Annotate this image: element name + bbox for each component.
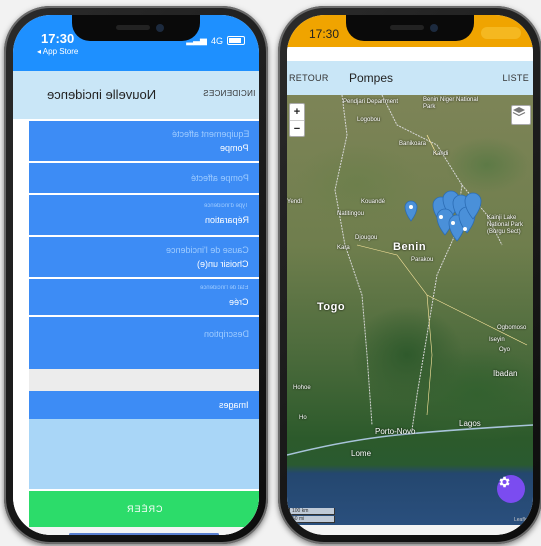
map-header: RETOUR Pompes LISTE bbox=[287, 61, 533, 95]
map-label: Kouandé bbox=[361, 199, 386, 205]
home-indicator bbox=[69, 533, 219, 535]
images-area bbox=[29, 419, 259, 489]
map-label: Benin Niger National Park bbox=[423, 97, 479, 110]
map-label: Lagos bbox=[459, 419, 481, 428]
back-to-app-store[interactable]: ◂ App Store bbox=[37, 47, 78, 56]
scale-mi: 50 mi bbox=[289, 516, 335, 523]
field-label: Description bbox=[203, 329, 249, 339]
field-label: Etat de l'incidence bbox=[200, 285, 249, 291]
road-line bbox=[356, 244, 433, 416]
phone-left: 17:30 ◂ App Store ▂▃▅ 4G Nouvelle incide… bbox=[4, 6, 268, 544]
stage: 17:30 ◂ App Store ▂▃▅ 4G Nouvelle incide… bbox=[0, 0, 541, 546]
map-label: Yendi bbox=[287, 199, 302, 205]
network-label: 4G bbox=[210, 35, 223, 46]
notch bbox=[72, 15, 200, 41]
map-label: Kara bbox=[337, 245, 350, 251]
field-value: Choisir un(e) bbox=[197, 259, 249, 269]
form-header: Nouvelle incidence INCIDENCES bbox=[13, 71, 259, 119]
images-label: Images bbox=[219, 400, 249, 410]
map-label: Porto-Novo bbox=[375, 427, 416, 436]
settings-fab[interactable] bbox=[497, 475, 525, 503]
map-label: Ibadan bbox=[493, 369, 518, 378]
map-label: Parakou bbox=[411, 257, 434, 263]
field-value: Crée bbox=[229, 297, 249, 307]
field-label: Type d'incidence bbox=[204, 203, 249, 209]
field-label: Pompe affecté bbox=[191, 173, 249, 183]
top-spacer bbox=[287, 47, 533, 61]
satellite-map[interactable]: + − Pendjari Department Logobou Benin Ni… bbox=[287, 95, 533, 525]
pump-map-screen: 17:30 RETOUR Pompes LISTE + − Pendjari D… bbox=[287, 15, 533, 535]
bottom-area bbox=[287, 525, 533, 535]
map-scale: 100 km 50 mi bbox=[289, 507, 335, 523]
incidences-back-button[interactable]: INCIDENCES bbox=[203, 89, 255, 98]
page-title: Nouvelle incidence bbox=[47, 87, 157, 102]
gear-icon bbox=[499, 476, 510, 488]
form-body: Nouvelle incidence INCIDENCES Equipement… bbox=[13, 71, 259, 535]
field-etat[interactable]: Etat de l'incidence Crée bbox=[29, 279, 259, 315]
map-label: Djougou bbox=[355, 235, 378, 241]
retour-button[interactable]: RETOUR bbox=[289, 73, 329, 83]
incident-form-screen: 17:30 ◂ App Store ▂▃▅ 4G Nouvelle incide… bbox=[13, 15, 259, 535]
map-label: Banikoara bbox=[399, 141, 427, 147]
pump-markers bbox=[404, 190, 482, 242]
map-attribution[interactable]: Leaflet bbox=[514, 517, 529, 523]
phone-right: 17:30 RETOUR Pompes LISTE + − Pendjari D… bbox=[278, 6, 541, 544]
zoom-out-button[interactable]: − bbox=[290, 120, 304, 136]
status-pill bbox=[481, 27, 521, 39]
field-description[interactable]: Description bbox=[29, 317, 259, 369]
field-type[interactable]: Type d'incidence Réparation bbox=[29, 195, 259, 235]
map-label: Natitingou bbox=[337, 211, 365, 217]
map-label: Lome bbox=[351, 449, 372, 458]
field-label: Cause de l'incidence bbox=[166, 245, 249, 255]
zoom-control: + − bbox=[289, 103, 305, 137]
map-label: Ho bbox=[299, 415, 307, 421]
map-label: Benin bbox=[393, 241, 427, 253]
border-line bbox=[334, 95, 373, 426]
description-spacer bbox=[29, 369, 259, 391]
field-value: Pompe bbox=[220, 143, 249, 153]
page-title: Pompes bbox=[349, 71, 394, 85]
map-label: Kandi bbox=[433, 151, 449, 157]
map-label: Pendjari Department bbox=[343, 99, 399, 105]
liste-button[interactable]: LISTE bbox=[502, 73, 529, 83]
field-cause[interactable]: Cause de l'incidence Choisir un(e) bbox=[29, 237, 259, 277]
map-label: Kainji Lake National Park (Borgu Sect) bbox=[487, 215, 524, 235]
status-time: 17:30 bbox=[309, 27, 340, 41]
road-line bbox=[426, 294, 528, 346]
create-button-label: CRÉER bbox=[125, 504, 163, 514]
create-button[interactable]: CRÉER bbox=[29, 491, 259, 527]
map-label: Ogbomoso bbox=[497, 325, 527, 331]
battery-icon bbox=[227, 36, 245, 45]
images-button[interactable]: Images bbox=[29, 391, 259, 419]
map-label: Oyo bbox=[499, 347, 511, 353]
layers-icon bbox=[512, 107, 526, 117]
scale-km: 100 km bbox=[289, 508, 335, 515]
map-pin-icon[interactable] bbox=[404, 200, 418, 222]
map-label: Logobou bbox=[357, 117, 381, 123]
layers-button[interactable] bbox=[511, 105, 531, 125]
notch bbox=[346, 15, 474, 41]
map-label: Hohoe bbox=[293, 385, 311, 391]
field-equipement[interactable]: Equipement affecté Pompe bbox=[29, 121, 259, 161]
field-label: Equipement affecté bbox=[171, 129, 249, 139]
status-icons: ▂▃▅ 4G bbox=[186, 35, 245, 46]
map-label: Togo bbox=[317, 301, 346, 313]
field-value: Réparation bbox=[204, 215, 249, 225]
status-time: 17:30 bbox=[41, 31, 75, 46]
zoom-in-button[interactable]: + bbox=[290, 104, 304, 120]
map-label: Iseyin bbox=[489, 337, 505, 343]
field-pompe[interactable]: Pompe affecté bbox=[29, 163, 259, 193]
bottom-area bbox=[29, 527, 259, 535]
